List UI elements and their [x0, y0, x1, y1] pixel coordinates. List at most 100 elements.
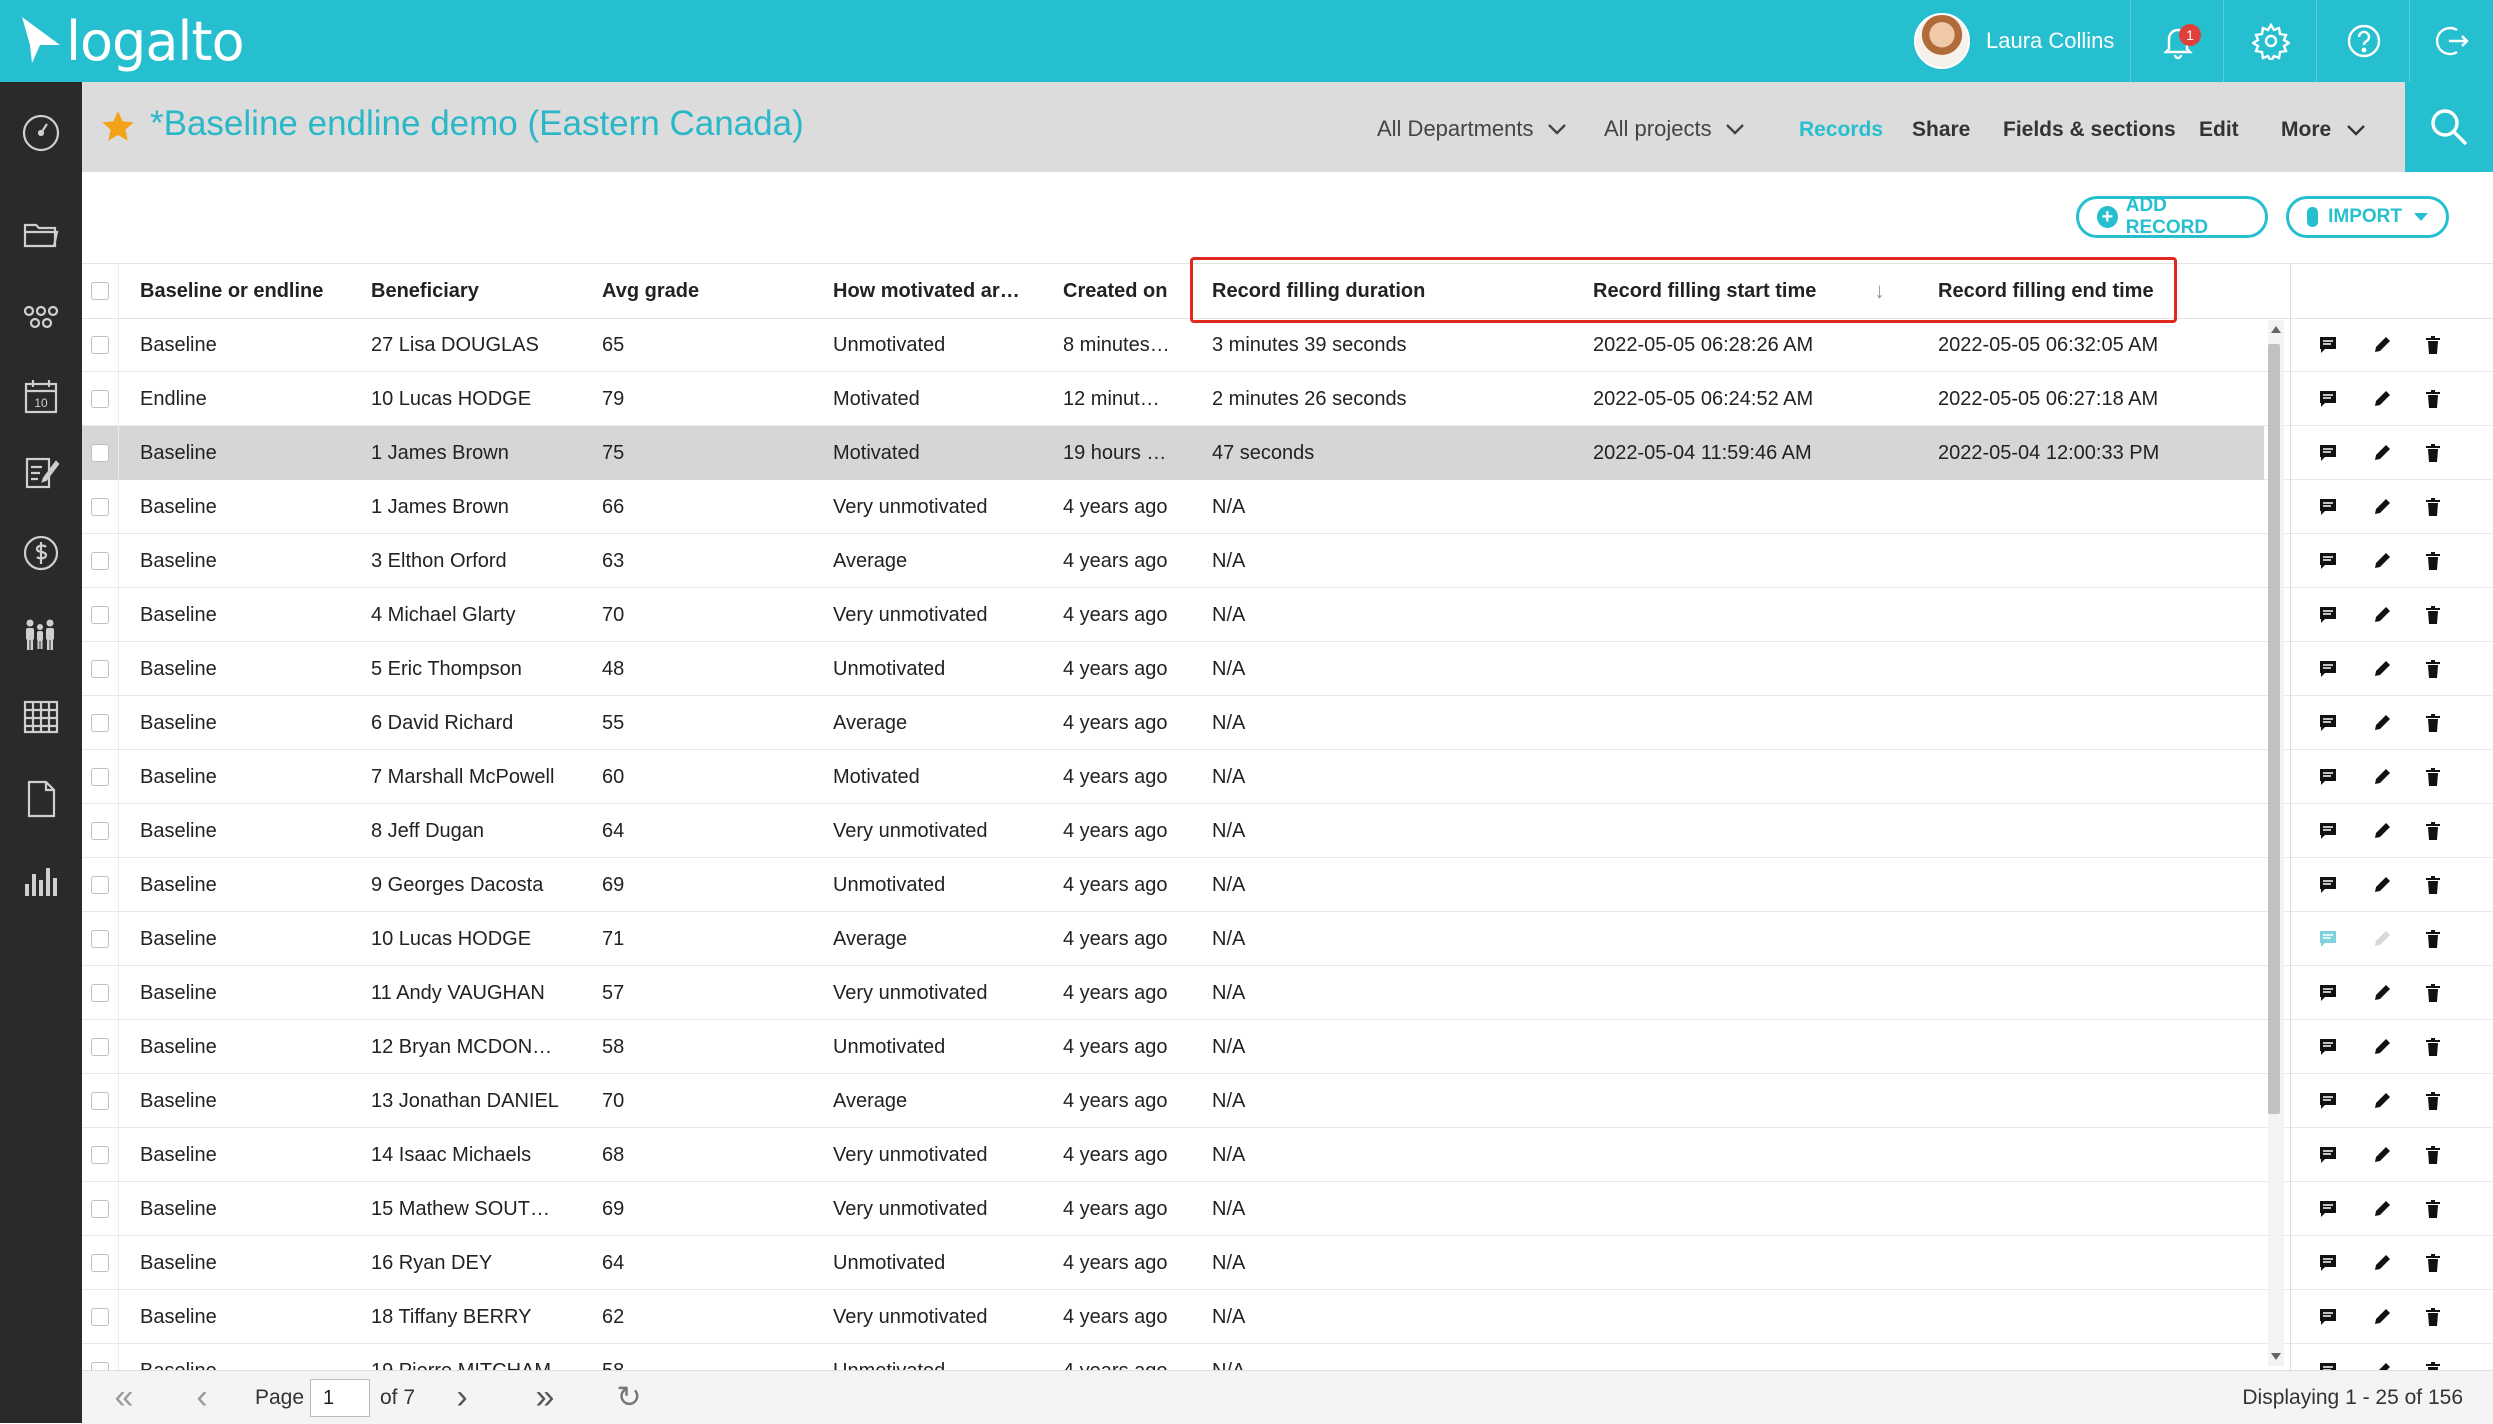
trash-icon[interactable]: [2419, 534, 2447, 588]
trash-icon[interactable]: [2419, 372, 2447, 426]
edit-pencil-icon[interactable]: [2368, 804, 2396, 858]
import-button[interactable]: IMPORT: [2286, 196, 2449, 238]
nav-records[interactable]: Records: [1799, 118, 1883, 142]
column-header-avg-grade[interactable]: Avg grade: [602, 264, 699, 318]
sidebar-item-forms[interactable]: [0, 440, 82, 506]
scroll-up-icon[interactable]: [2271, 326, 2281, 333]
comment-icon[interactable]: [2314, 1290, 2342, 1344]
comment-icon[interactable]: [2314, 1236, 2342, 1290]
edit-pencil-icon[interactable]: [2368, 480, 2396, 534]
edit-pencil-icon[interactable]: [2368, 1128, 2396, 1182]
last-page-button[interactable]: »: [525, 1371, 565, 1424]
projects-dropdown[interactable]: All projects: [1604, 116, 1746, 142]
trash-icon[interactable]: [2419, 318, 2447, 372]
help-button[interactable]: [2316, 0, 2410, 82]
comment-icon[interactable]: [2314, 858, 2342, 912]
trash-icon[interactable]: [2419, 1290, 2447, 1344]
edit-pencil-icon[interactable]: [2368, 1074, 2396, 1128]
trash-icon[interactable]: [2419, 912, 2447, 966]
row-checkbox[interactable]: [91, 930, 109, 948]
row-checkbox[interactable]: [91, 1362, 109, 1370]
row-checkbox[interactable]: [91, 1092, 109, 1110]
edit-pencil-icon[interactable]: [2368, 696, 2396, 750]
comment-icon[interactable]: [2314, 804, 2342, 858]
logo[interactable]: logalto: [18, 6, 245, 76]
edit-pencil-icon[interactable]: [2368, 1020, 2396, 1074]
row-checkbox[interactable]: [91, 768, 109, 786]
search-button[interactable]: [2405, 82, 2493, 172]
sidebar-item-projects[interactable]: [0, 202, 82, 268]
table-row[interactable]: Baseline 1 James Brown 66 Very unmotivated 4…: [82, 480, 2493, 534]
edit-pencil-icon[interactable]: [2368, 318, 2396, 372]
user-menu[interactable]: Laura Collins: [1914, 12, 2114, 70]
sidebar-item-dashboard[interactable]: [0, 100, 82, 166]
edit-pencil-icon[interactable]: [2368, 372, 2396, 426]
select-all-checkbox[interactable]: [91, 282, 109, 300]
edit-pencil-icon[interactable]: [2368, 1290, 2396, 1344]
nav-edit[interactable]: Edit: [2199, 118, 2239, 142]
row-checkbox[interactable]: [91, 444, 109, 462]
trash-icon[interactable]: [2419, 588, 2447, 642]
sidebar-item-calendar[interactable]: 10: [0, 364, 82, 430]
table-row[interactable]: Baseline 8 Jeff Dugan 64 Very unmotivated 4 …: [82, 804, 2493, 858]
trash-icon[interactable]: [2419, 696, 2447, 750]
column-header-motivation[interactable]: How motivated ar…: [833, 264, 1020, 318]
trash-icon[interactable]: [2419, 858, 2447, 912]
edit-pencil-icon[interactable]: [2368, 966, 2396, 1020]
add-record-button[interactable]: + ADD RECORD: [2076, 195, 2268, 238]
edit-pencil-icon[interactable]: [2368, 588, 2396, 642]
row-checkbox[interactable]: [91, 1146, 109, 1164]
prev-page-button[interactable]: ‹: [187, 1371, 217, 1424]
table-row[interactable]: Baseline 1 James Brown 75 Motivated 19 hours…: [82, 426, 2493, 480]
comment-icon[interactable]: [2314, 1344, 2342, 1370]
edit-pencil-icon[interactable]: [2368, 750, 2396, 804]
column-header-created-on[interactable]: Created on: [1063, 264, 1167, 318]
comment-icon[interactable]: [2314, 426, 2342, 480]
comment-icon[interactable]: [2314, 534, 2342, 588]
table-row[interactable]: Baseline 7 Marshall McPowell 60 Motivated 4 …: [82, 750, 2493, 804]
table-row[interactable]: Baseline 13 Jonathan DANIEL 70 Average 4 yea…: [82, 1074, 2493, 1128]
column-header-beneficiary[interactable]: Beneficiary: [371, 264, 479, 318]
next-page-button[interactable]: ›: [447, 1371, 477, 1424]
table-row[interactable]: Baseline 5 Eric Thompson 48 Unmotivated 4 ye…: [82, 642, 2493, 696]
first-page-button[interactable]: «: [104, 1371, 144, 1424]
edit-pencil-icon[interactable]: [2368, 1344, 2396, 1370]
row-checkbox[interactable]: [91, 1254, 109, 1272]
edit-pencil-icon[interactable]: [2368, 858, 2396, 912]
table-row[interactable]: Baseline 15 Mathew SOUT… 69 Very unmotivate…: [82, 1182, 2493, 1236]
table-row[interactable]: Endline 10 Lucas HODGE 79 Motivated 12 minut…: [82, 372, 2493, 426]
page-number-input[interactable]: 1: [310, 1379, 370, 1417]
edit-pencil-icon[interactable]: [2368, 426, 2396, 480]
trash-icon[interactable]: [2419, 1074, 2447, 1128]
nav-share[interactable]: Share: [1912, 118, 1970, 142]
comment-icon[interactable]: [2314, 1128, 2342, 1182]
row-checkbox[interactable]: [91, 552, 109, 570]
trash-icon[interactable]: [2419, 642, 2447, 696]
row-checkbox[interactable]: [91, 822, 109, 840]
table-row[interactable]: Baseline 4 Michael Glarty 70 Very unmotivat…: [82, 588, 2493, 642]
vertical-scrollbar[interactable]: [2268, 320, 2284, 1366]
comment-icon[interactable]: [2314, 642, 2342, 696]
comment-icon[interactable]: [2314, 912, 2342, 966]
table-row[interactable]: Baseline 9 Georges Dacosta 69 Unmotivated 4 …: [82, 858, 2493, 912]
edit-pencil-icon[interactable]: [2368, 1182, 2396, 1236]
table-row[interactable]: Baseline 16 Ryan DEY 64 Unmotivated 4 years …: [82, 1236, 2493, 1290]
table-row[interactable]: Baseline 19 Pierre MITCHAM 58 Unmotivated 4 …: [82, 1344, 2493, 1370]
table-row[interactable]: Baseline 3 Elthon Orford 63 Average 4 years …: [82, 534, 2493, 588]
table-row[interactable]: Baseline 27 Lisa DOUGLAS 65 Unmotivated 8 mi…: [82, 318, 2493, 372]
comment-icon[interactable]: [2314, 1074, 2342, 1128]
notifications-button[interactable]: 1: [2130, 0, 2224, 82]
trash-icon[interactable]: [2419, 426, 2447, 480]
table-row[interactable]: Baseline 18 Tiffany BERRY 62 Very unmotivat…: [82, 1290, 2493, 1344]
sidebar-item-beneficiaries[interactable]: [0, 602, 82, 668]
edit-pencil-icon[interactable]: [2368, 1236, 2396, 1290]
sidebar-item-groups[interactable]: [0, 284, 82, 350]
nav-more[interactable]: More: [2281, 118, 2367, 142]
comment-icon[interactable]: [2314, 1020, 2342, 1074]
row-checkbox[interactable]: [91, 606, 109, 624]
comment-icon[interactable]: [2314, 966, 2342, 1020]
row-checkbox[interactable]: [91, 1038, 109, 1056]
trash-icon[interactable]: [2419, 1020, 2447, 1074]
row-checkbox[interactable]: [91, 1200, 109, 1218]
comment-icon[interactable]: [2314, 480, 2342, 534]
